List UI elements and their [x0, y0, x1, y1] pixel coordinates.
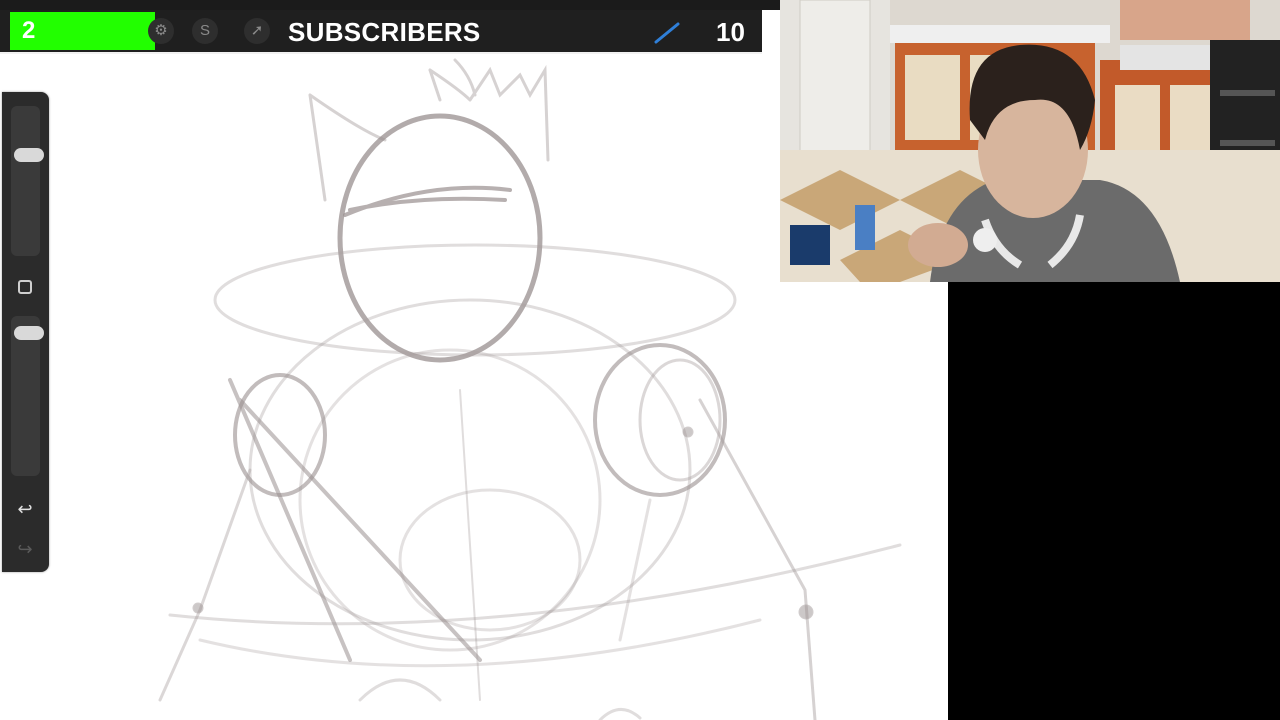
actions-icon[interactable]: ⚙: [148, 18, 174, 44]
brush-size-handle[interactable]: [14, 148, 44, 162]
brush-sidebar: ↩ ↪: [2, 92, 49, 572]
subscribers-label: SUBSCRIBERS: [288, 17, 481, 47]
subscriber-progress-bar: 2: [10, 12, 155, 50]
undo-button[interactable]: ↩: [14, 498, 36, 520]
brush-icon[interactable]: [650, 18, 684, 46]
subscriber-goal-count: 10: [716, 17, 745, 47]
modify-button[interactable]: [18, 280, 32, 294]
subscriber-goal-bar: 2 ⚙ S ➚ SUBSCRIBERS 10: [0, 0, 780, 54]
bar-top-strip: [0, 0, 780, 10]
transform-icon[interactable]: ➚: [244, 18, 270, 44]
black-background-area: [948, 282, 1280, 720]
selection-icon[interactable]: S: [192, 18, 218, 44]
opacity-slider[interactable]: [11, 316, 40, 476]
redo-button[interactable]: ↪: [14, 538, 36, 560]
webcam-feed: [780, 0, 1280, 282]
opacity-handle[interactable]: [14, 326, 44, 340]
brush-size-slider[interactable]: [11, 106, 40, 256]
current-subscriber-count: 2: [22, 17, 36, 44]
